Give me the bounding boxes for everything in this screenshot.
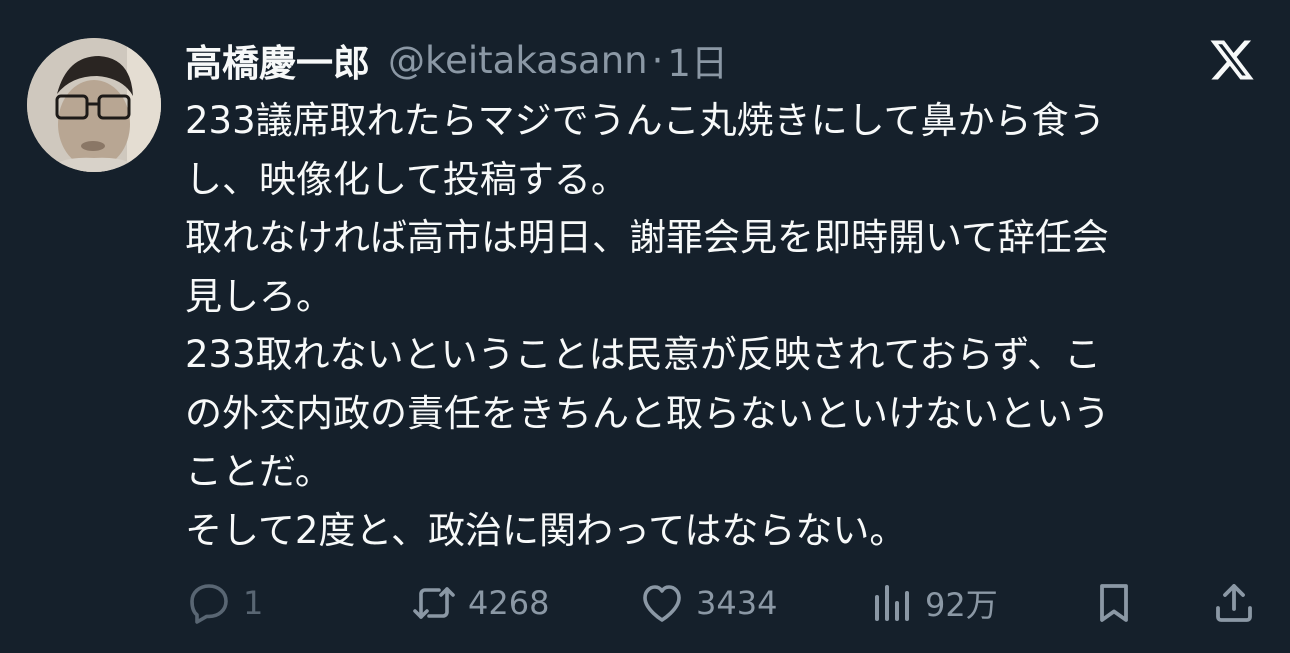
reply-count: 1 — [243, 584, 264, 622]
avatar[interactable] — [27, 38, 161, 172]
x-logo-icon[interactable] — [1206, 36, 1258, 84]
author-handle[interactable]: @keitakasann — [388, 39, 648, 82]
tweet-text-line: そして2度と、政治に関わってはならない。 — [185, 508, 907, 552]
tweet-text-line: 233議席取れたらマジでうんこ丸焼きにして鼻から食う — [185, 99, 1106, 142]
tweet-timestamp[interactable]: 1日 — [667, 33, 728, 87]
bookmark-icon — [1090, 579, 1138, 627]
tweet-text-line: ことだ。 — [185, 450, 332, 493]
views-count: 92万 — [925, 586, 998, 624]
tweet-text-line: し、映像化して投稿する。 — [185, 157, 628, 201]
retweet-count: 4268 — [468, 584, 550, 622]
retweet-icon — [410, 579, 458, 627]
views-button[interactable]: 92万 — [867, 575, 998, 631]
tweet-text-line: の外交内政の責任をきちんと取らないといけないという — [185, 391, 1110, 435]
tweet-text: 233議席取れたらマジでうんこ丸焼きにして鼻から食う し、映像化して投稿する。 … — [185, 92, 1255, 560]
tweet-card[interactable]: 高橋慶一郎 @keitakasann · 1日 233議席取れたらマジでうんこ丸… — [0, 0, 1290, 653]
tweet-text-line: 見しろ。 — [185, 274, 333, 318]
tweet-text-line: 233取れないということは民意が反映されておらず、こ — [185, 333, 1102, 376]
action-bar: 1 4268 3434 92万 — [185, 575, 1260, 631]
avatar-image — [27, 38, 161, 172]
like-count: 3434 — [696, 584, 778, 622]
heart-icon — [638, 579, 686, 627]
bookmark-button[interactable] — [1090, 575, 1138, 631]
like-button[interactable]: 3434 — [638, 575, 777, 631]
reply-icon — [185, 579, 233, 627]
separator-dot: · — [651, 38, 664, 82]
share-icon — [1210, 579, 1258, 627]
author-display-name[interactable]: 高橋慶一郎 — [185, 33, 370, 87]
tweet-text-line: 取れなければ高市は明日、謝罪会見を即時開いて辞任会 — [185, 216, 1109, 259]
share-button[interactable] — [1210, 575, 1258, 631]
tweet-header: 高橋慶一郎 @keitakasann · 1日 — [185, 33, 728, 87]
views-icon — [867, 579, 915, 627]
reply-button[interactable]: 1 — [185, 575, 263, 631]
retweet-button[interactable]: 4268 — [410, 575, 549, 631]
